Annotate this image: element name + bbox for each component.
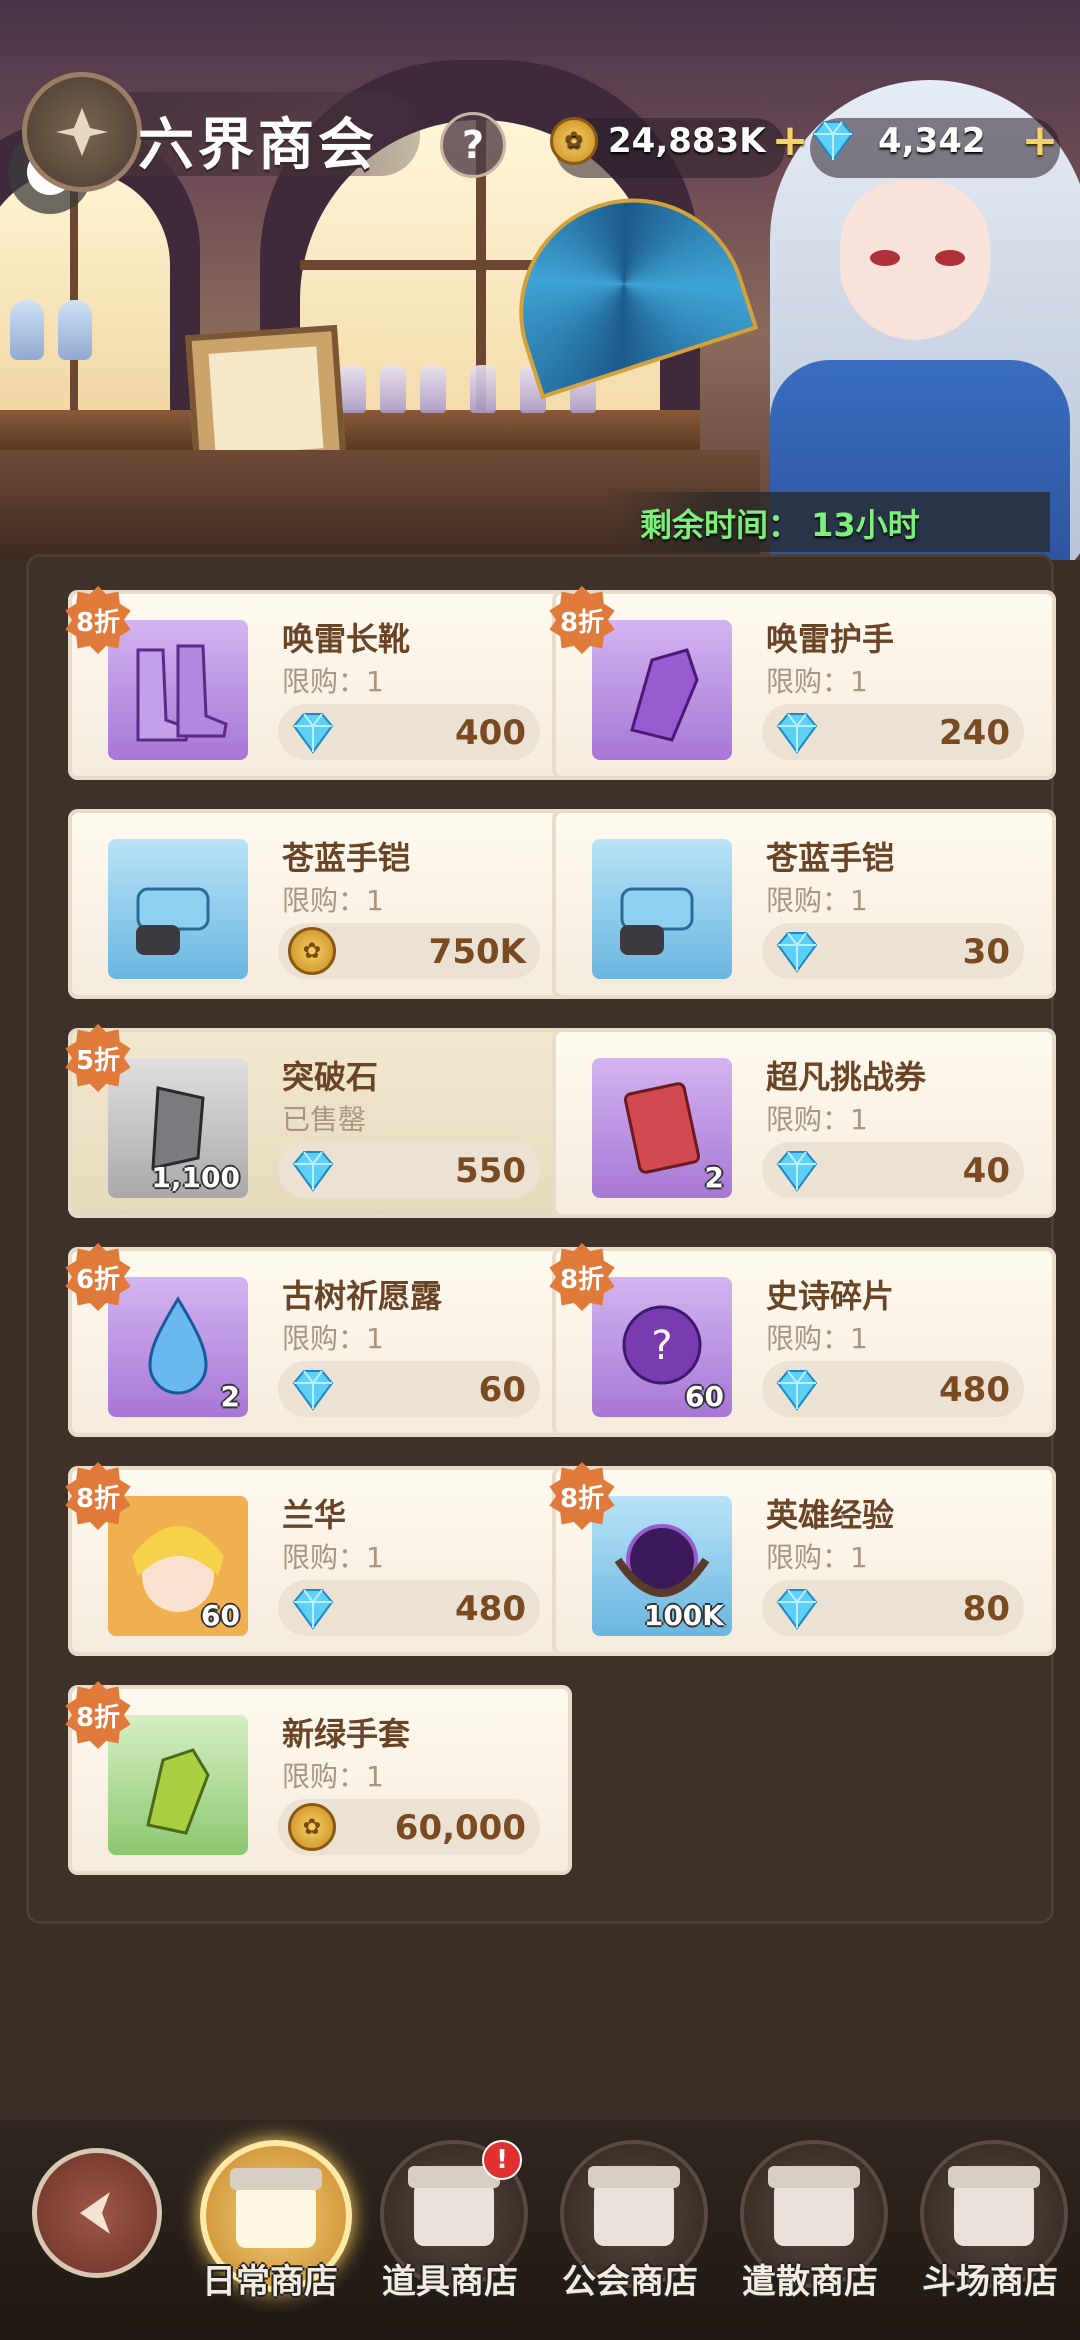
item-name: 古树祈愿露	[282, 1277, 443, 1315]
item-quantity: 60	[685, 1380, 724, 1413]
gem-icon	[776, 1370, 818, 1411]
item-price: 400	[455, 713, 526, 753]
shop-item-card[interactable]: 唤雷长靴 限购：1 400 8折	[68, 590, 572, 780]
shop-item-card[interactable]: 唤雷护手 限购：1 240 8折	[552, 590, 1056, 780]
item-quantity: 100K	[643, 1599, 724, 1632]
discount-badge: 8折	[542, 1237, 622, 1317]
shop-item-card[interactable]: 100K 英雄经验 限购：1 80 8折	[552, 1466, 1056, 1656]
gem-icon	[292, 713, 334, 754]
shop-item-card[interactable]: ? 60 史诗碎片 限购：1 480 8折	[552, 1247, 1056, 1437]
item-price: 480	[939, 1370, 1010, 1410]
item-price: 240	[939, 713, 1010, 753]
purchase-limit: 限购：1	[766, 1541, 868, 1574]
discount-badge: 6折	[58, 1237, 138, 1317]
nav-tab-1[interactable]: ! 道具商店	[370, 2130, 530, 2330]
nav-tab-3[interactable]: 遣散商店	[730, 2130, 890, 2330]
shop-banner-scene	[0, 0, 1080, 560]
item-name: 突破石	[282, 1058, 379, 1096]
shop-item-card[interactable]: 1,100 突破石 已售罄 550 5折	[68, 1028, 572, 1218]
item-quantity: 2	[220, 1380, 240, 1413]
purchase-limit: 限购：1	[282, 665, 384, 698]
discount-badge: 8折	[542, 1456, 622, 1536]
purchase-limit: 限购：1	[282, 1541, 384, 1574]
shop-item-card[interactable]: 2 超凡挑战券限购：1 40	[552, 1028, 1056, 1218]
gold-coin-icon: ✿	[550, 116, 598, 165]
shop-item-card[interactable]: 苍蓝手铠限购：1 30	[552, 809, 1056, 999]
item-price: 80	[962, 1589, 1010, 1629]
challenge-ticket-icon: 2	[592, 1058, 732, 1198]
purchase-limit: 已售罄	[282, 1103, 367, 1136]
purchase-limit: 限购：1	[766, 665, 868, 698]
help-button[interactable]: ?	[440, 112, 506, 178]
nav-tab-label: 遣散商店	[742, 2262, 878, 2302]
discount-badge: 8折	[542, 580, 622, 660]
purchase-limit: 限购：1	[282, 1760, 384, 1793]
purchase-limit: 限购：1	[766, 1103, 868, 1136]
item-name: 苍蓝手铠	[766, 839, 895, 877]
gold-amount: 24,883K	[608, 120, 766, 161]
page-title: 六界商会	[138, 112, 378, 178]
item-price: 480	[455, 1589, 526, 1629]
item-quantity: 1,100	[151, 1161, 240, 1194]
nav-tab-4[interactable]: 斗场商店	[910, 2130, 1070, 2330]
purchase-limit: 限购：1	[282, 1322, 384, 1355]
gem-icon	[776, 1589, 818, 1630]
shop-item-card[interactable]: 新绿手套 限购：1 ✿ 60,000 8折	[68, 1685, 572, 1875]
gem-amount: 4,342	[878, 120, 986, 161]
nav-tab-label: 公会商店	[562, 2262, 698, 2302]
gem-icon	[776, 1151, 818, 1192]
item-name: 新绿手套	[282, 1715, 411, 1753]
gem-icon	[292, 1589, 334, 1630]
blue-gauntlet-icon	[108, 839, 248, 979]
shop-emblem-icon	[22, 72, 142, 192]
purchase-limit: 限购：1	[282, 884, 384, 917]
gold-coin-icon: ✿	[288, 927, 336, 975]
item-price: 550	[455, 1151, 526, 1191]
shop-item-card[interactable]: 60 兰华 限购：1 480 8折	[68, 1466, 572, 1656]
shop-item-card[interactable]: 苍蓝手铠限购：1 ✿ 750K	[68, 809, 572, 999]
item-name: 超凡挑战券	[766, 1058, 927, 1096]
blue-gauntlet-icon	[592, 839, 732, 979]
gem-currency: 4,342 +	[808, 115, 1058, 166]
add-gem-button[interactable]: +	[1022, 115, 1059, 166]
back-arrow-icon	[80, 2192, 110, 2234]
item-price: 750K	[428, 932, 526, 972]
nav-tab-2[interactable]: 公会商店	[550, 2130, 710, 2330]
gem-icon	[776, 713, 818, 754]
nav-tab-label: 斗场商店	[922, 2262, 1058, 2302]
gem-icon	[292, 1151, 334, 1192]
gem-icon	[812, 120, 854, 162]
item-name: 苍蓝手铠	[282, 839, 411, 877]
purchase-limit: 限购：1	[766, 1322, 868, 1355]
svg-text:?: ?	[651, 1323, 672, 1369]
gold-currency: ✿ 24,883K +	[550, 115, 808, 166]
gem-icon	[292, 1370, 334, 1411]
item-price: 30	[962, 932, 1010, 972]
gold-coin-icon: ✿	[288, 1803, 336, 1851]
item-name: 英雄经验	[766, 1496, 895, 1534]
nav-tab-label: 道具商店	[382, 2262, 518, 2302]
item-price: 40	[962, 1151, 1010, 1191]
item-price: 60	[478, 1370, 526, 1410]
item-quantity: 60	[201, 1599, 240, 1632]
shop-item-card[interactable]: 2 古树祈愿露 限购：1 60 6折	[68, 1247, 572, 1437]
gem-icon	[776, 932, 818, 973]
discount-badge: 8折	[58, 580, 138, 660]
item-name: 史诗碎片	[766, 1277, 895, 1315]
discount-badge: 8折	[58, 1456, 138, 1536]
item-quantity: 2	[704, 1161, 724, 1194]
nav-tab-0[interactable]: 日常商店	[190, 2130, 352, 2330]
notification-badge: !	[482, 2140, 522, 2180]
item-price: 60,000	[394, 1808, 526, 1848]
item-name: 唤雷长靴	[282, 620, 411, 658]
item-name: 兰华	[282, 1496, 347, 1534]
back-button[interactable]	[32, 2148, 162, 2278]
purchase-limit: 限购：1	[766, 884, 868, 917]
item-name: 唤雷护手	[766, 620, 895, 658]
discount-badge: 8折	[58, 1675, 138, 1755]
nav-tab-label: 日常商店	[202, 2262, 338, 2302]
add-gold-button[interactable]: +	[772, 115, 809, 166]
discount-badge: 5折	[58, 1018, 138, 1098]
refresh-timer: 剩余时间： 13小时	[640, 506, 920, 544]
